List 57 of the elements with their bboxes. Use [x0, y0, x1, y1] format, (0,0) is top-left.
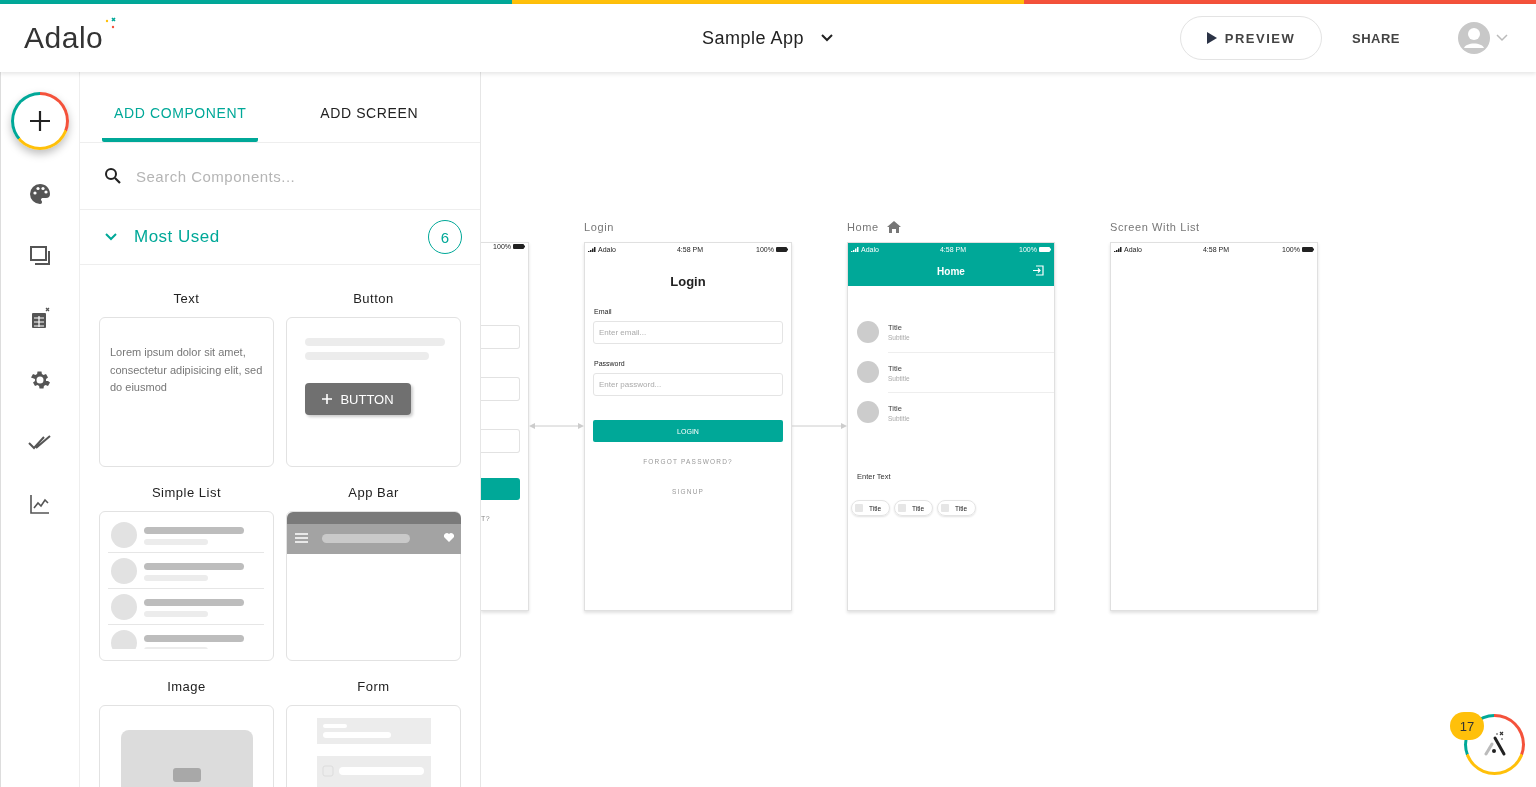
- battery-icon: [513, 244, 525, 249]
- app-bar-title: Home: [937, 265, 965, 277]
- avatar-placeholder: [857, 401, 879, 423]
- sample-button: BUTTON: [305, 383, 411, 415]
- sparkle-icon: [103, 17, 118, 31]
- chart-icon[interactable]: [28, 492, 52, 516]
- search-icon: [104, 167, 122, 185]
- chip-icon: [898, 504, 907, 512]
- battery-icon: [1039, 246, 1051, 252]
- exit-icon[interactable]: [1033, 265, 1044, 276]
- logo-text: Adalo: [24, 21, 104, 55]
- chevron-icon[interactable]: [1496, 34, 1508, 42]
- component-card[interactable]: Lorem ipsum dolor sit amet, consectetur adipisicing elit, sed do eiusmod: [99, 317, 274, 467]
- input-field[interactable]: [481, 325, 520, 349]
- component-card[interactable]: [286, 511, 461, 661]
- app-switcher[interactable]: Sample App: [702, 27, 835, 49]
- component-label: Image: [166, 679, 207, 696]
- connector-arrow: [792, 421, 847, 431]
- windows-icon[interactable]: [28, 244, 52, 268]
- signal-icon: [1114, 246, 1122, 252]
- input-field[interactable]: [481, 377, 520, 401]
- chevron-icon[interactable]: [104, 232, 118, 242]
- sample-paragraph: Lorem ipsum dolor sit amet, consectetur adipisicing elit, sed do eiusmod: [110, 345, 263, 395]
- screen-title[interactable]: Screen With List: [1110, 221, 1200, 233]
- signal-icon: [851, 246, 859, 252]
- signal-icon: [588, 246, 596, 252]
- play-icon: [1206, 32, 1217, 44]
- component-card[interactable]: BUTTON: [286, 317, 461, 467]
- input-field[interactable]: [481, 429, 520, 453]
- screen-heading: Login: [669, 274, 707, 291]
- chip-icon: [941, 504, 950, 512]
- avatar-icon[interactable]: [1458, 22, 1490, 54]
- caret-icon: [820, 33, 835, 43]
- input-field[interactable]: Enter email...: [593, 321, 783, 344]
- avatar-placeholder: [857, 361, 879, 383]
- plus-icon: [322, 394, 333, 404]
- screen-title[interactable]: Login: [584, 221, 614, 233]
- avatar-placeholder: [857, 321, 879, 343]
- component-label: Simple List: [150, 485, 223, 502]
- component-label: Form: [356, 679, 391, 696]
- preview-button[interactable]: PREVIEW: [1180, 16, 1322, 60]
- share-button[interactable]: SHARE: [1346, 29, 1406, 47]
- component-label: App Bar: [347, 485, 400, 502]
- plus-icon: [29, 110, 51, 132]
- connector-arrow: [529, 421, 584, 431]
- input-field[interactable]: Enter password...: [593, 373, 783, 396]
- component-card[interactable]: [99, 511, 274, 661]
- chip-icon: [855, 504, 863, 512]
- home-icon: [886, 221, 901, 233]
- battery-icon: [776, 246, 788, 252]
- screen-title[interactable]: Home: [847, 221, 879, 233]
- component-label: Button: [352, 291, 395, 308]
- add-button[interactable]: [11, 92, 69, 150]
- palette-icon[interactable]: [28, 182, 52, 206]
- component-label: Text: [172, 291, 201, 308]
- panel-tab[interactable]: ADD SCREEN: [258, 100, 480, 142]
- battery-icon: [1302, 246, 1314, 252]
